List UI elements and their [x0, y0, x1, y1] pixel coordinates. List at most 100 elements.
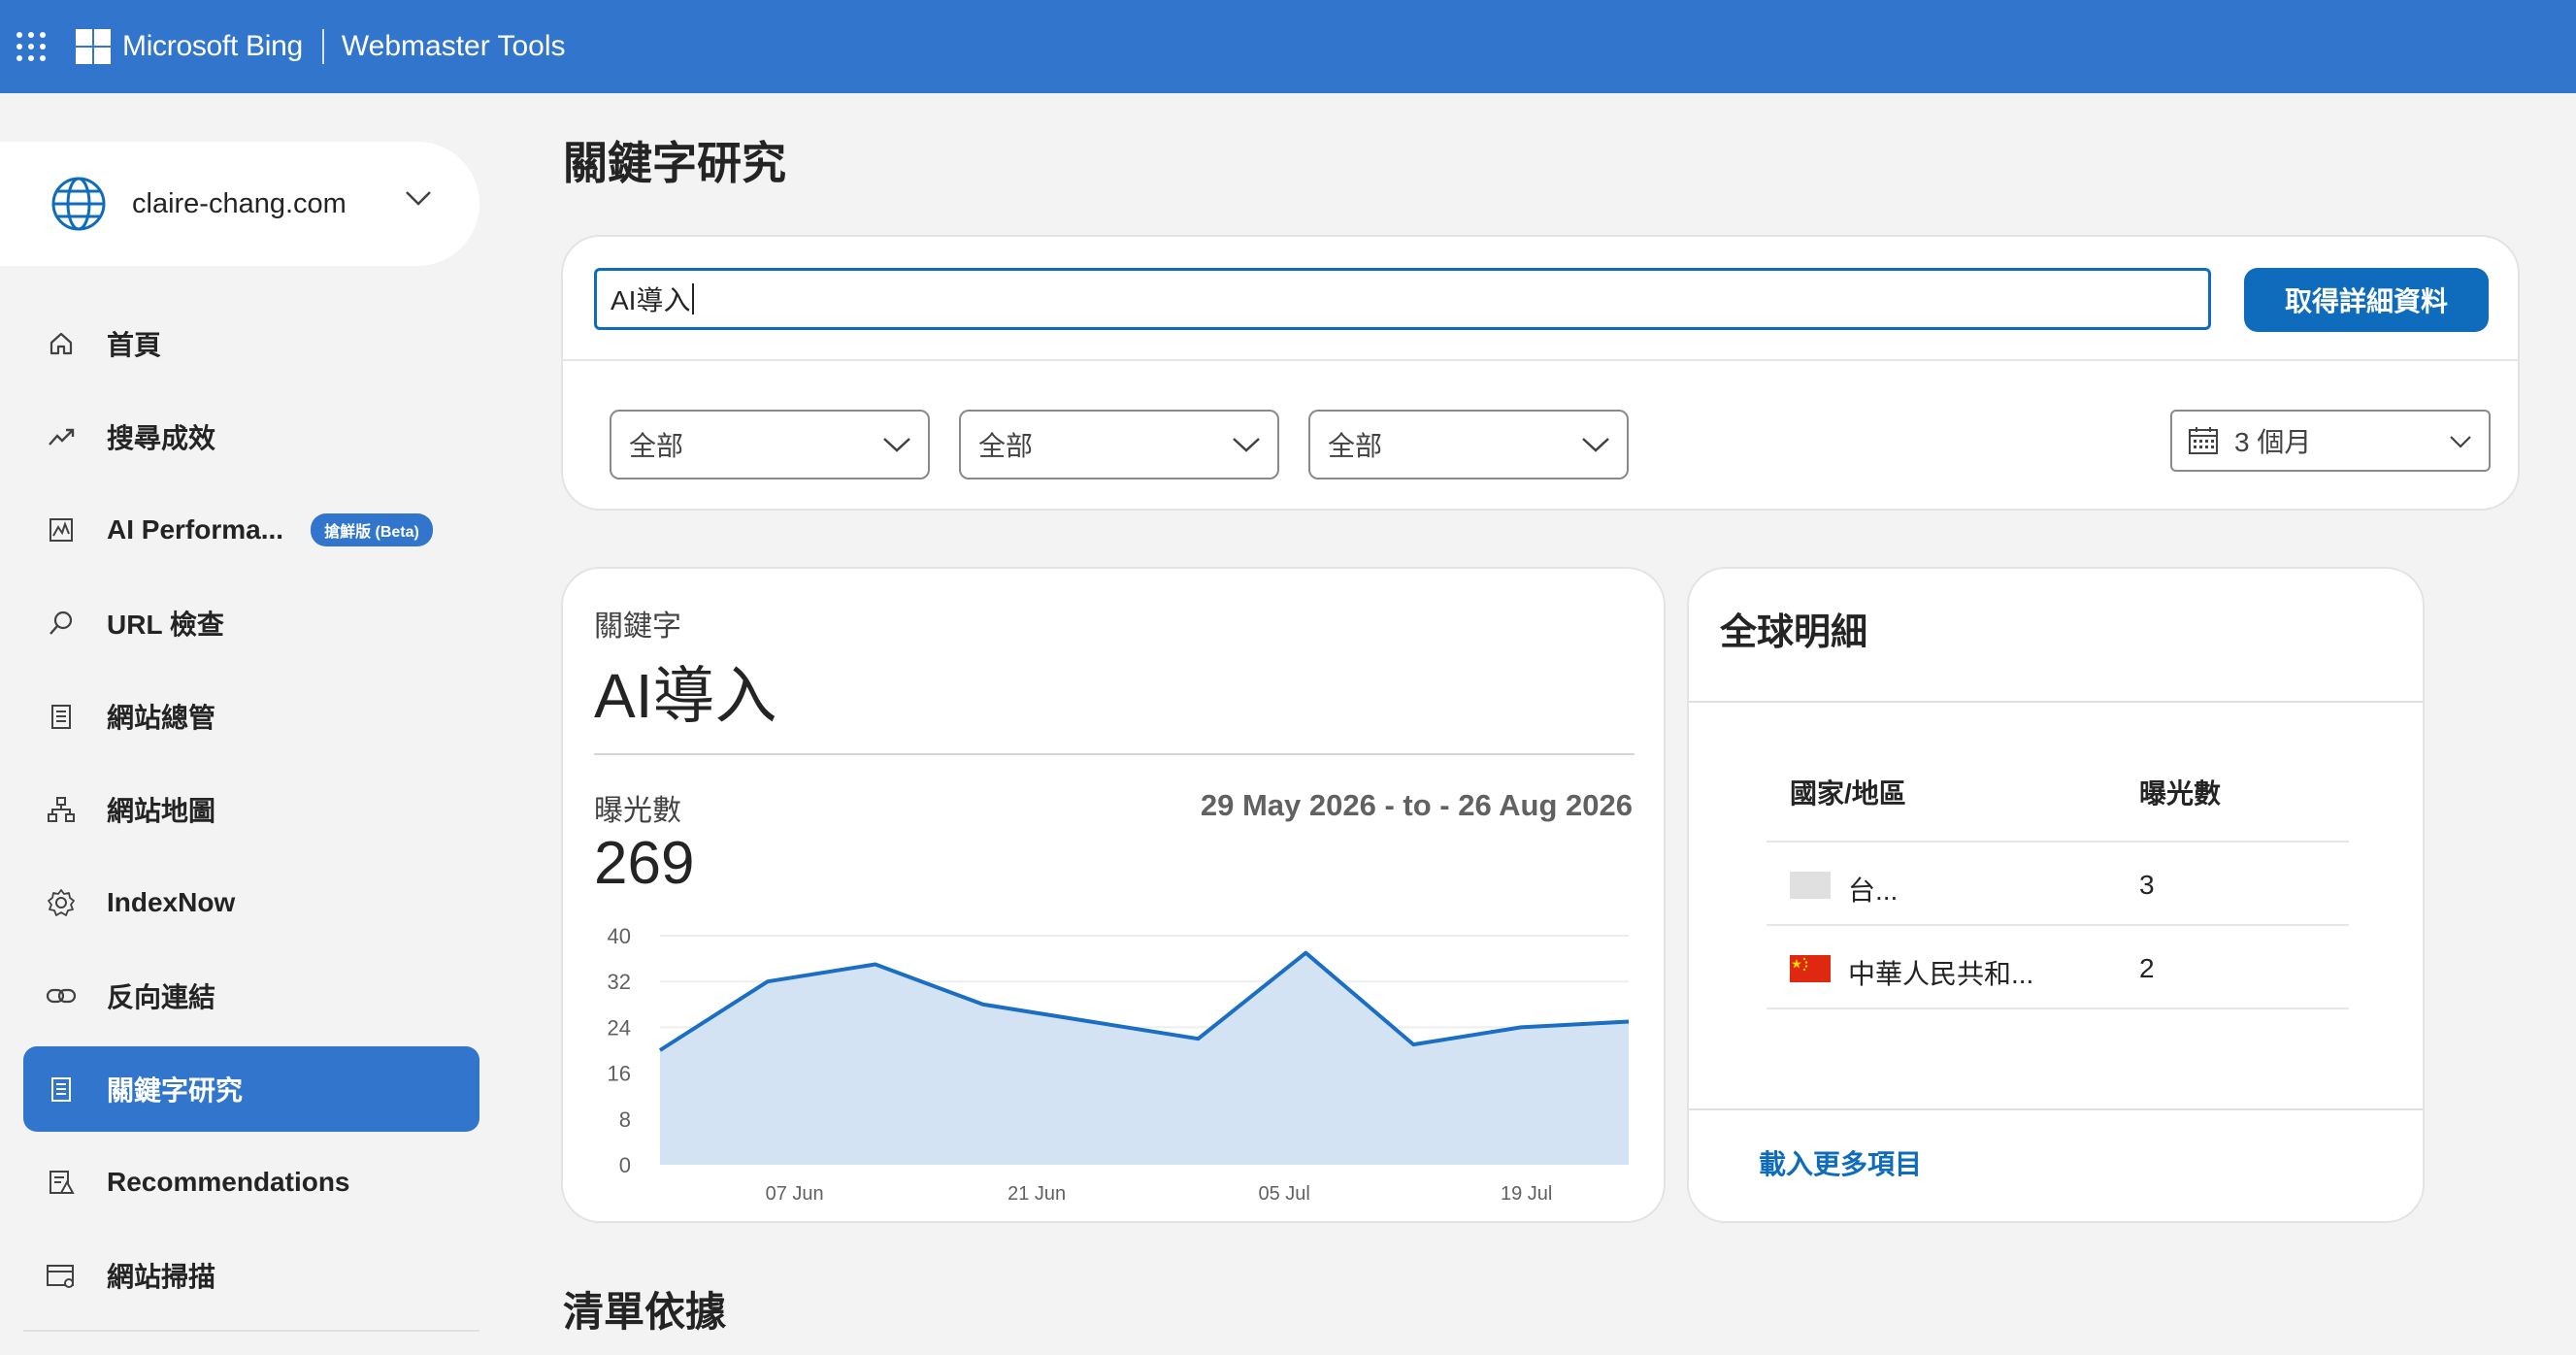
country-impressions: 3	[2139, 870, 2155, 900]
calendar-icon	[2189, 427, 2218, 454]
sidebar-item-label: AI Performa...	[107, 514, 284, 545]
country-column-header: 國家/地區	[1790, 778, 1906, 809]
country-impressions: 2	[2139, 953, 2155, 983]
impressions-label: 曝光數	[594, 795, 681, 827]
text-caret	[692, 283, 695, 314]
global-breakdown-card: 全球明細 國家/地區 曝光數 台... 3 中華人民共和... 2 載入更多項目	[1687, 567, 2425, 1223]
sidebar-item-site-scan[interactable]: 網站掃描	[23, 1233, 479, 1318]
top-bar: Microsoft Bing Webmaster Tools	[0, 0, 2576, 93]
y-tick-label: 32	[608, 970, 631, 994]
sidebar-item-label: 搜尋成效	[107, 423, 216, 453]
scan-icon	[45, 1259, 78, 1292]
sitemap-icon	[45, 793, 78, 826]
app-launcher-icon[interactable]	[16, 31, 47, 62]
table-row-divider	[1767, 1008, 2349, 1009]
filter-dropdown-value: 全部	[1328, 431, 1383, 461]
gear-icon	[45, 886, 78, 919]
keyword-divider	[594, 753, 1635, 755]
blank-flag-icon	[1790, 872, 1831, 899]
ai-chart-icon	[45, 513, 78, 546]
table-row-divider	[1767, 841, 2349, 843]
x-tick-label: 21 Jun	[1007, 1183, 1066, 1205]
trend-icon	[45, 420, 78, 453]
search-card: AI導入 取得詳細資料 全部 全部 全部 3 個月	[561, 235, 2520, 511]
brand-separator	[321, 29, 324, 64]
chevron-down-icon	[883, 438, 910, 452]
sidebar-item-backlinks[interactable]: 反向連結	[23, 953, 479, 1039]
card-divider	[1689, 701, 2423, 703]
sidebar-item-keyword-research[interactable]: 關鍵字研究	[23, 1046, 479, 1132]
y-tick-label: 0	[619, 1153, 631, 1177]
y-tick-label: 16	[608, 1062, 631, 1086]
filter-dropdown-1[interactable]: 全部	[610, 410, 930, 479]
sidebar-item-label: 反向連結	[107, 982, 216, 1012]
impressions-chart: 40 32 24 16 8 0 07 Jun 21 Jun 05 Jul 19 Jul	[608, 928, 1630, 1205]
chart-area	[660, 952, 1629, 1165]
sidebar-nav: 首頁 搜尋成效 AI Performa... 搶鮮版 (Beta) URL 檢查…	[23, 301, 479, 1326]
filter-dropdown-2[interactable]: 全部	[959, 410, 1279, 479]
sidebar-item-ai-performance[interactable]: AI Performa... 搶鮮版 (Beta)	[23, 487, 479, 573]
x-tick-label: 05 Jul	[1258, 1183, 1309, 1205]
sidebar-item-sitemaps[interactable]: 網站地圖	[23, 767, 479, 852]
sidebar-item-site-explorer[interactable]: 網站總管	[23, 674, 479, 759]
filter-dropdown-value: 全部	[978, 431, 1034, 461]
sidebar-item-label: 網站總管	[107, 703, 216, 733]
sidebar-item-url-inspection[interactable]: URL 檢查	[23, 580, 479, 666]
x-tick-label: 19 Jul	[1501, 1183, 1552, 1205]
sidebar-divider	[23, 1330, 479, 1332]
document-icon	[45, 1073, 78, 1106]
sidebar-item-indexnow[interactable]: IndexNow	[23, 860, 479, 945]
sidebar-item-label: URL 檢查	[107, 610, 224, 640]
keyword-search-input[interactable]: AI導入	[594, 268, 2211, 330]
chevron-down-icon	[2450, 436, 2471, 448]
globe-icon	[51, 177, 106, 231]
country-name: 中華人民共和...	[1848, 959, 2034, 989]
sidebar-item-label: 關鍵字研究	[107, 1075, 244, 1106]
site-selector[interactable]: claire-chang.com	[0, 142, 479, 266]
page-title: 關鍵字研究	[563, 138, 786, 188]
date-range: 29 May 2026 - to - 26 Aug 2026	[1200, 788, 1633, 822]
china-flag-icon	[1790, 955, 1831, 982]
y-tick-label: 8	[619, 1107, 631, 1132]
product-name[interactable]: Webmaster Tools	[342, 30, 566, 63]
chevron-down-icon	[1233, 438, 1260, 452]
load-more-link[interactable]: 載入更多項目	[1759, 1143, 1922, 1182]
keyword-card: 關鍵字 AI導入 曝光數 29 May 2026 - to - 26 Aug 2…	[561, 567, 1666, 1223]
brand-name[interactable]: Microsoft Bing	[122, 30, 303, 63]
search-input-value: AI導入	[611, 285, 691, 315]
beta-badge: 搶鮮版 (Beta)	[311, 513, 433, 546]
chevron-down-icon[interactable]	[404, 188, 433, 208]
keyword-label: 關鍵字	[594, 611, 681, 643]
sidebar-item-label: 首頁	[107, 330, 162, 360]
time-range-dropdown[interactable]: 3 個月	[2170, 410, 2491, 472]
filter-dropdown-value: 全部	[629, 431, 684, 461]
sidebar-item-label: Recommendations	[107, 1167, 350, 1197]
y-tick-label: 40	[608, 928, 631, 948]
y-tick-label: 24	[608, 1015, 631, 1040]
get-details-button[interactable]: 取得詳細資料	[2244, 268, 2489, 332]
country-name: 台...	[1848, 876, 1899, 906]
search-icon	[45, 607, 78, 640]
keyword-value: AI導入	[594, 661, 777, 731]
impressions-value: 269	[594, 830, 695, 897]
chevron-down-icon	[1582, 438, 1609, 452]
link-icon	[45, 979, 78, 1012]
sidebar-item-home[interactable]: 首頁	[23, 301, 479, 386]
sidebar-item-recommendations[interactable]: Recommendations	[23, 1140, 479, 1225]
home-icon	[45, 327, 78, 360]
recommendations-icon	[45, 1166, 78, 1199]
sidebar-item-label: 網站掃描	[107, 1262, 216, 1292]
microsoft-logo-icon	[76, 29, 111, 64]
sidebar-item-label: 網站地圖	[107, 796, 216, 826]
filter-dropdown-3[interactable]: 全部	[1308, 410, 1629, 479]
sidebar-item-search-performance[interactable]: 搜尋成效	[23, 394, 479, 479]
clipboard-icon	[45, 700, 78, 733]
sidebar-item-label: IndexNow	[107, 887, 236, 917]
section-title: 清單依據	[563, 1289, 727, 1335]
table-row-divider	[1767, 924, 2349, 926]
card-divider	[1689, 1108, 2423, 1110]
site-name: claire-chang.com	[132, 187, 347, 219]
x-tick-label: 07 Jun	[766, 1183, 824, 1205]
search-divider	[563, 359, 2518, 361]
impressions-column-header: 曝光數	[2139, 778, 2222, 809]
